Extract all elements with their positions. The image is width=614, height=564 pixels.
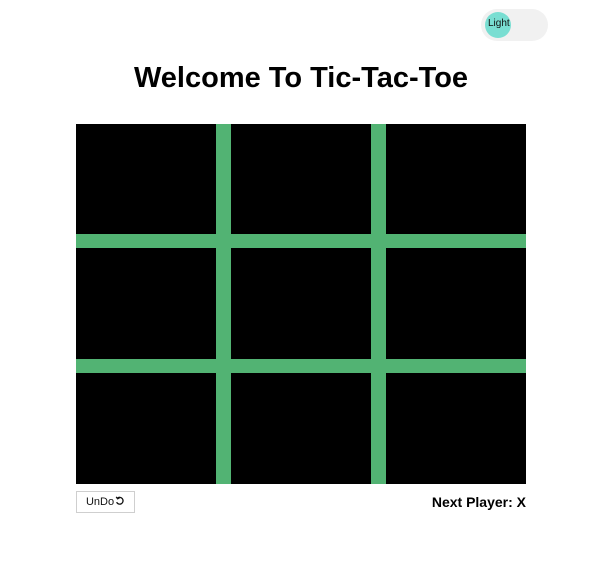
page-title: Welcome To Tic-Tac-Toe [133,62,469,94]
board-cell-9[interactable] [386,373,526,484]
board-cell-8[interactable] [231,373,371,484]
board-cell-1[interactable] [76,124,216,234]
game-board [76,124,526,484]
board-cell-7[interactable] [76,373,216,484]
board-cell-2[interactable] [231,124,371,234]
board-cell-6[interactable] [386,248,526,359]
undo-icon [115,496,125,509]
board-cell-3[interactable] [386,124,526,234]
undo-button[interactable]: UnDo [76,491,135,513]
board-cell-5[interactable] [231,248,371,359]
next-player-value: X [516,494,526,510]
board-cell-4[interactable] [76,248,216,359]
theme-toggle-label: Light [488,18,510,29]
theme-toggle[interactable]: Light [481,9,548,41]
app-page: Light Welcome To Tic-Tac-Toe UnDo Next P… [0,0,614,564]
next-player-status: Next Player: X [432,494,526,510]
undo-button-label: UnDo [85,496,115,508]
next-player-label: Next Player: [431,494,513,510]
